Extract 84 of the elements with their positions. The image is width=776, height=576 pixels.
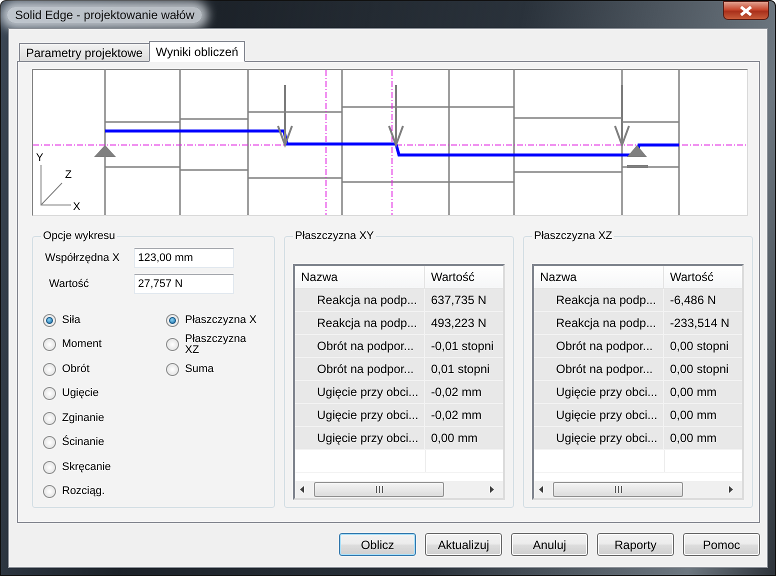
radio-button[interactable] <box>43 387 56 400</box>
table-cell: 0,00 mm <box>425 427 503 449</box>
field-label: Wartość <box>48 278 90 290</box>
group-title: Płaszczyzna XZ <box>533 230 614 242</box>
table-cell: 493,223 N <box>425 312 503 334</box>
column-header[interactable]: Nazwa <box>534 266 664 288</box>
radio-label: Siła <box>62 314 82 326</box>
radio-label: Moment <box>62 339 103 350</box>
table-cell: 0,01 stopni <box>425 358 503 380</box>
axis-label: Y <box>36 152 44 164</box>
horizontal-scrollbar[interactable] <box>534 481 742 498</box>
axis-label: X <box>73 201 80 213</box>
table-cell: Obrót na podpor... <box>534 335 664 357</box>
axis-drawing <box>40 164 72 206</box>
dialog-button[interactable]: Anuluj <box>511 533 588 556</box>
table-cell: Ugięcie przy obci... <box>295 427 425 449</box>
table-cell: Ugięcie przy obci... <box>295 381 425 403</box>
table-cell: 0,00 mm <box>664 381 742 403</box>
table-cell: 637,735 N <box>425 289 503 311</box>
load-arrow <box>277 85 293 148</box>
radio-label: Suma <box>185 364 215 375</box>
radio-button[interactable] <box>43 362 56 376</box>
group-title: Płaszczyzna XY <box>294 230 375 242</box>
radio-button[interactable] <box>166 362 179 376</box>
close-button[interactable] <box>723 1 769 20</box>
table-cell: Ugięcie przy obci... <box>534 404 664 426</box>
table-cell: 0,00 stopni <box>664 335 742 357</box>
table-cell: -0,02 mm <box>425 381 503 403</box>
load-arrow <box>388 85 404 148</box>
radio-label: Ścinanie <box>62 437 106 448</box>
radio-label: Ugięcie <box>62 388 100 400</box>
radio-button[interactable] <box>43 338 56 352</box>
table-cell: Ugięcie przy obci... <box>534 427 664 449</box>
dialog-button[interactable]: Aktualizuj <box>425 533 502 556</box>
tab[interactable]: Parametry projektowe <box>19 43 150 62</box>
radio-label: Rozciąg. <box>62 486 106 498</box>
load-arrow <box>614 85 630 148</box>
radio-button[interactable] <box>43 485 56 498</box>
table-cell: 0,00 mm <box>664 404 742 426</box>
table-cell: Obrót na podpor... <box>534 358 664 380</box>
table-cell: Ugięcie przy obci... <box>534 381 664 403</box>
input-field[interactable]: 27,757 N <box>134 274 234 294</box>
scroll-thumb[interactable] <box>553 482 683 497</box>
dialog-button[interactable]: Oblicz <box>339 533 416 556</box>
table-cell: Obrót na podpor... <box>295 358 425 380</box>
table-cell: Obrót na podpor... <box>295 335 425 357</box>
table-cell: -0,01 stopni <box>425 335 503 357</box>
table-cell: Reakcja na podp... <box>534 289 664 311</box>
grip-icon <box>614 486 622 493</box>
radio-label: Zginanie <box>62 412 106 424</box>
support-icon <box>94 145 116 157</box>
radio-label: Obrót <box>62 364 91 375</box>
radio-button[interactable] <box>43 436 56 450</box>
dialog-button[interactable]: Raporty <box>597 533 674 556</box>
radio-button[interactable] <box>166 314 179 327</box>
table-cell: Reakcja na podp... <box>295 312 425 334</box>
table-cell: -0,02 mm <box>425 404 503 426</box>
radio-button[interactable] <box>43 314 56 327</box>
table-cell: 0,00 stopni <box>664 358 742 380</box>
radio-button[interactable] <box>43 460 56 474</box>
horizontal-scrollbar[interactable] <box>295 481 503 498</box>
radio-button[interactable] <box>166 338 179 352</box>
column-header[interactable]: Nazwa <box>295 266 425 288</box>
group-title: Opcje wykresu <box>42 230 116 242</box>
dialog-button[interactable]: Pomoc <box>683 533 760 556</box>
table-cell: -6,486 N <box>664 289 742 311</box>
field-label: Współrzędna X <box>44 252 121 264</box>
radio-label: Płaszczyzna XZ <box>185 334 248 356</box>
tab[interactable]: Wyniki obliczeń <box>148 41 246 62</box>
table-cell: -233,514 N <box>664 312 742 334</box>
table-cell: Ugięcie przy obci... <box>295 404 425 426</box>
scroll-thumb[interactable] <box>314 482 444 497</box>
table-cell: 0,00 mm <box>664 427 742 449</box>
close-icon <box>739 6 753 16</box>
table-cell: Reakcja na podp... <box>534 312 664 334</box>
grip-icon <box>374 486 384 493</box>
axis-label: Z <box>65 169 72 181</box>
radio-label: Płaszczyzna X <box>185 314 258 326</box>
input-field[interactable]: 123,00 mm <box>134 248 234 268</box>
radio-button[interactable] <box>43 412 56 425</box>
radio-label: Skręcanie <box>62 462 112 473</box>
window-title: Solid Edge - projektowanie wałów <box>7 6 202 22</box>
support-icon <box>627 145 648 168</box>
table-cell: Reakcja na podp... <box>295 289 425 311</box>
